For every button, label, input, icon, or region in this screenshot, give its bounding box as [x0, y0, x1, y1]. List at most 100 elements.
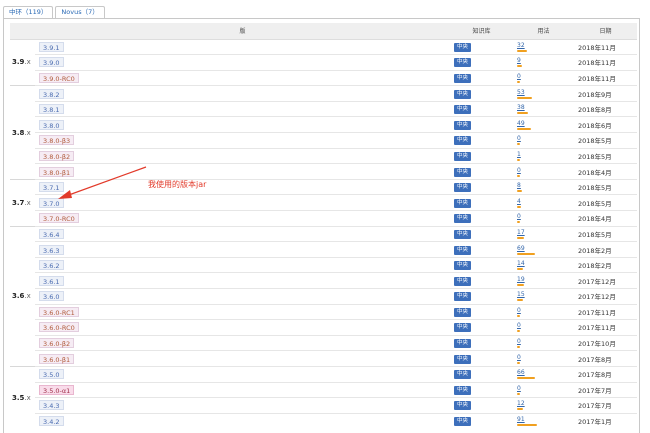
repository-badge[interactable]: 中央 — [454, 401, 472, 411]
usages-cell: 4 — [513, 194, 574, 211]
usages-link[interactable]: 9 — [517, 57, 570, 65]
usages-link[interactable]: 17 — [517, 229, 570, 237]
repository-badge[interactable]: 中央 — [454, 229, 472, 239]
header-group — [10, 23, 35, 40]
version-link[interactable]: 3.9.0-RC0 — [39, 72, 79, 83]
repository-badge[interactable]: 中央 — [454, 245, 472, 255]
usages-cell: 9 — [513, 54, 574, 71]
usages-link[interactable]: 0 — [517, 322, 570, 330]
repository-badge[interactable]: 中央 — [454, 89, 472, 99]
usages-link[interactable]: 1 — [517, 151, 570, 159]
repository-badge[interactable]: 中央 — [454, 198, 472, 208]
usages-cell: 8 — [513, 178, 574, 195]
repository-cell: 中央 — [450, 116, 513, 133]
usages-link[interactable]: 91 — [517, 416, 570, 424]
usages-link[interactable]: 12 — [517, 400, 570, 408]
version-link[interactable]: 3.5.0 — [39, 369, 64, 380]
repository-badge[interactable]: 中央 — [454, 214, 472, 224]
repository-badge[interactable]: 中央 — [454, 167, 472, 177]
repository-badge[interactable]: 中央 — [454, 307, 472, 317]
repository-badge[interactable]: 中央 — [454, 151, 472, 161]
version-link[interactable]: 3.8.0-β3 — [39, 135, 75, 146]
version-link[interactable]: 3.7.0-RC0 — [39, 213, 79, 224]
version-link[interactable]: 3.6.3 — [39, 244, 64, 255]
repository-tabs: 中环（119） Novus（7） — [3, 6, 107, 18]
usages-cell: 17 — [513, 225, 574, 242]
usages-link[interactable]: 0 — [517, 73, 570, 81]
usages-bar — [517, 127, 531, 130]
usages-bar — [517, 112, 529, 115]
usages-link[interactable]: 69 — [517, 245, 570, 253]
version-link[interactable]: 3.6.2 — [39, 260, 64, 271]
usages-link[interactable]: 19 — [517, 276, 570, 284]
date-cell: 2017年12月 — [574, 288, 637, 305]
version-cell: 3.4.2 — [35, 412, 450, 429]
usages-link[interactable]: 0 — [517, 213, 570, 221]
usages-link[interactable]: 0 — [517, 385, 570, 393]
repository-badge[interactable]: 中央 — [454, 276, 472, 286]
usages-link[interactable]: 32 — [517, 42, 570, 50]
repository-badge[interactable]: 中央 — [454, 261, 472, 271]
repository-badge[interactable]: 中央 — [454, 120, 472, 130]
usages-link[interactable]: 53 — [517, 89, 570, 97]
repository-badge[interactable]: 中央 — [454, 42, 472, 52]
version-link[interactable]: 3.9.0 — [39, 57, 64, 68]
repository-badge[interactable]: 中央 — [454, 292, 472, 302]
usages-link[interactable]: 0 — [517, 307, 570, 315]
usages-link[interactable]: 49 — [517, 120, 570, 128]
date-cell: 2017年7月 — [574, 381, 637, 398]
usages-link[interactable]: 0 — [517, 354, 570, 362]
tab-novus[interactable]: Novus（7） — [55, 6, 105, 18]
version-link[interactable]: 3.8.0 — [39, 119, 64, 130]
version-link[interactable]: 3.8.0-β2 — [39, 150, 75, 161]
version-link[interactable]: 3.4.3 — [39, 400, 64, 411]
version-link[interactable]: 3.8.1 — [39, 104, 64, 115]
repository-badge[interactable]: 中央 — [454, 183, 472, 193]
version-link[interactable]: 3.7.1 — [39, 182, 64, 193]
table-row: 3.7.0 中央 4 2018年5月 — [10, 194, 637, 211]
version-link[interactable]: 3.7.0 — [39, 197, 64, 208]
group-major: 3.9 — [12, 58, 25, 67]
version-link[interactable]: 3.4.2 — [39, 416, 64, 427]
version-link[interactable]: 3.6.4 — [39, 228, 64, 239]
header-version: 版 — [35, 23, 450, 40]
usages-cell: 0 — [513, 350, 574, 367]
version-link[interactable]: 3.6.1 — [39, 275, 64, 286]
usages-link[interactable]: 38 — [517, 104, 570, 112]
repository-badge[interactable]: 中央 — [454, 385, 472, 395]
table-row: 3.7.x 3.7.1 中央 8 2018年5月 — [10, 178, 637, 227]
version-link[interactable]: 3.8.0-β1 — [39, 166, 75, 177]
version-link[interactable]: 3.8.2 — [39, 88, 64, 99]
usages-link[interactable]: 15 — [517, 291, 570, 299]
version-cell: 3.6.0-RC0 — [35, 319, 450, 336]
repository-badge[interactable]: 中央 — [454, 105, 472, 115]
repository-badge[interactable]: 中央 — [454, 417, 472, 427]
usages-link[interactable]: 66 — [517, 369, 570, 377]
usages-link[interactable]: 14 — [517, 260, 570, 268]
repository-badge[interactable]: 中央 — [454, 323, 472, 333]
usages-bar — [517, 377, 535, 380]
version-link[interactable]: 3.6.0-β1 — [39, 353, 75, 364]
version-cell: 3.5.0-α1 — [35, 381, 450, 398]
usages-link[interactable]: 0 — [517, 167, 570, 175]
version-link[interactable]: 3.6.0-RC0 — [39, 322, 79, 333]
repository-cell: 中央 — [450, 194, 513, 211]
tab-central[interactable]: 中环（119） — [3, 6, 54, 18]
usages-link[interactable]: 0 — [517, 338, 570, 346]
repository-badge[interactable]: 中央 — [454, 58, 472, 68]
version-link[interactable]: 3.6.0-RC1 — [39, 306, 79, 317]
version-link[interactable]: 3.6.0-β2 — [39, 338, 75, 349]
version-link[interactable]: 3.6.0 — [39, 291, 64, 302]
repository-badge[interactable]: 中央 — [454, 136, 472, 146]
repository-badge[interactable]: 中央 — [454, 370, 472, 380]
usages-link[interactable]: 0 — [517, 135, 570, 143]
usages-link[interactable]: 4 — [517, 198, 570, 206]
version-link[interactable]: 3.5.0-α1 — [39, 384, 75, 395]
usages-link[interactable]: 8 — [517, 182, 570, 190]
repository-badge[interactable]: 中央 — [454, 354, 472, 364]
header-repository: 知识库 — [450, 23, 513, 40]
repository-badge[interactable]: 中央 — [454, 339, 472, 349]
repository-badge[interactable]: 中央 — [454, 73, 472, 83]
repository-cell: 中央 — [450, 334, 513, 351]
version-link[interactable]: 3.9.1 — [39, 41, 64, 52]
